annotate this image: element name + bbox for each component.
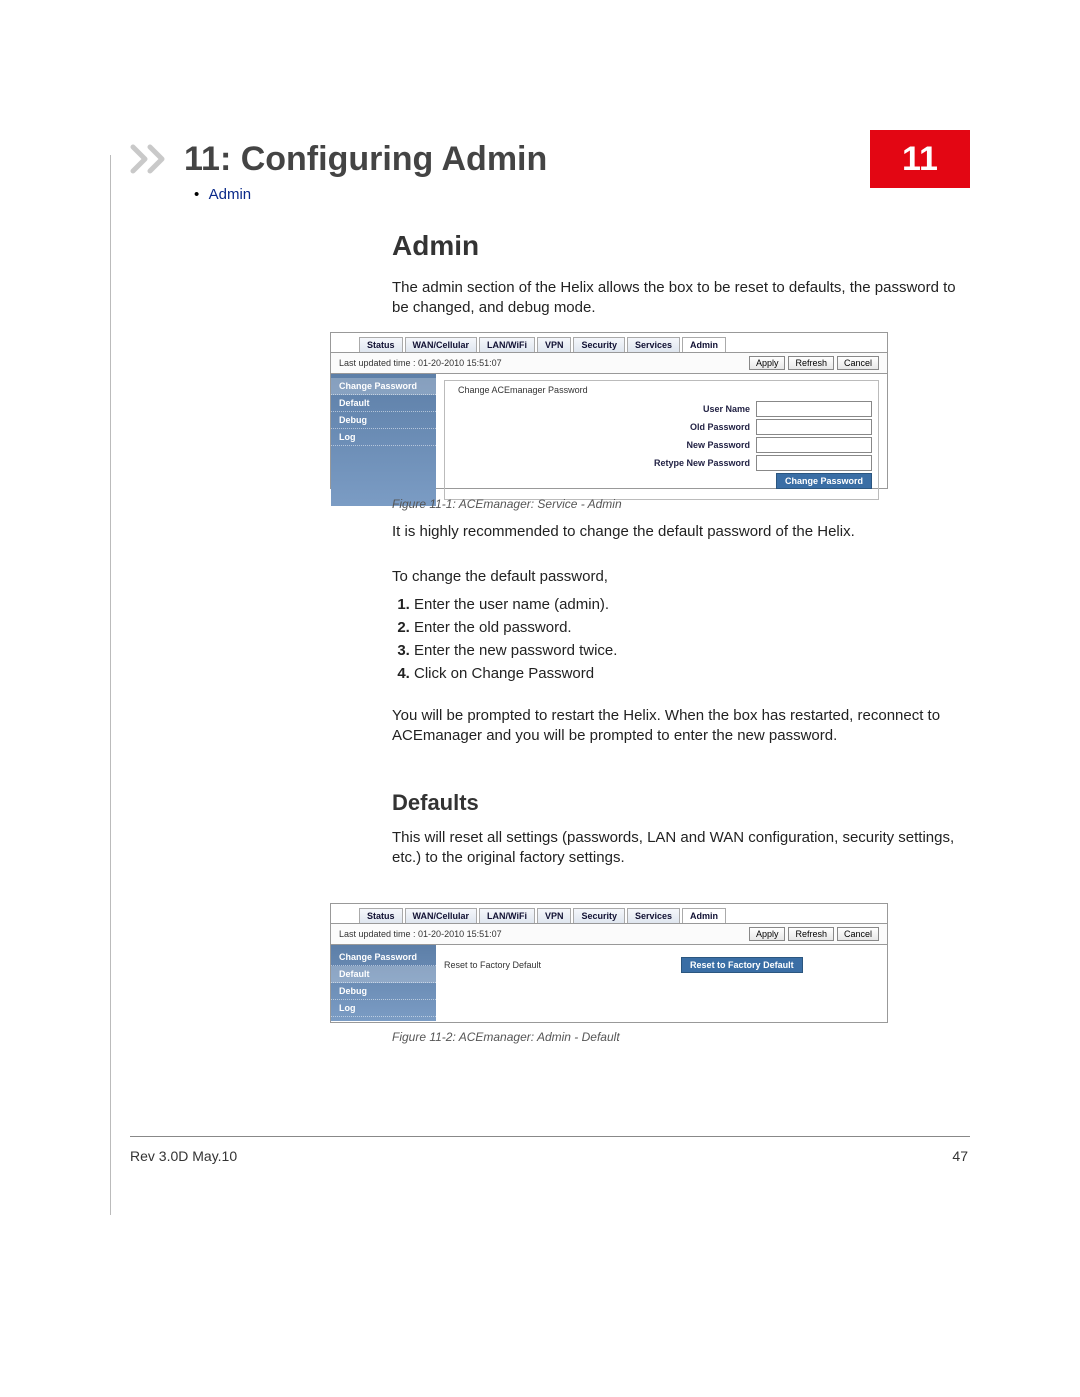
figure-acemanager-default: Status WAN/Cellular LAN/WiFi VPN Securit… [330,903,888,1023]
tab-lan-wifi[interactable]: LAN/WiFi [479,337,535,352]
step-3: Enter the new password twice. [414,642,994,659]
after-steps-paragraph: You will be prompted to restart the Heli… [392,706,972,747]
label-retype-password: Retype New Password [654,458,750,468]
recommend-paragraph: It is highly recommended to change the d… [392,522,972,542]
figure-acemanager-admin: Status WAN/Cellular LAN/WiFi VPN Securit… [330,332,888,489]
figure-caption-1: Figure 11-1: ACEmanager: Service - Admin [392,497,622,511]
timestamp-label: Last updated time : 01-20-2010 15:51:07 [339,929,502,939]
footer-page-number: 47 [952,1148,968,1164]
toc-link-admin[interactable]: Admin [209,186,252,203]
tab-lan-wifi[interactable]: LAN/WiFi [479,908,535,923]
footer-rule [130,1136,970,1137]
timestamp-label: Last updated time : 01-20-2010 15:51:07 [339,358,502,368]
tab-bar: Status WAN/Cellular LAN/WiFi VPN Securit… [331,333,887,352]
tab-wan-cellular[interactable]: WAN/Cellular [405,337,478,352]
new-password-input[interactable] [756,437,872,453]
chapter-header: 11: Configuring Admin 11 [130,130,970,188]
toc-list: • Admin [194,186,251,203]
tab-vpn[interactable]: VPN [537,337,572,352]
to-change-paragraph: To change the default password, [392,567,972,587]
sidebar: Change Password Default Debug Log [331,374,436,506]
tab-bar: Status WAN/Cellular LAN/WiFi VPN Securit… [331,904,887,923]
footer-revision: Rev 3.0D May.10 [130,1148,237,1164]
tab-admin[interactable]: Admin [682,337,726,352]
tab-security[interactable]: Security [573,908,625,923]
toolbar: Last updated time : 01-20-2010 15:51:07 … [331,352,887,374]
refresh-button[interactable]: Refresh [788,927,834,941]
sidebar-item-default[interactable]: Default [331,395,436,412]
change-password-button[interactable]: Change Password [776,473,872,489]
sidebar-item-debug[interactable]: Debug [331,983,436,1000]
intro-paragraph: The admin section of the Helix allows th… [392,278,972,319]
old-password-input[interactable] [756,419,872,435]
label-user-name: User Name [703,404,750,414]
label-old-password: Old Password [690,422,750,432]
section-heading-defaults: Defaults [392,790,479,816]
retype-password-input[interactable] [756,455,872,471]
step-1: Enter the user name (admin). [414,596,994,613]
step-4: Click on Change Password [414,665,994,682]
tab-services[interactable]: Services [627,337,680,352]
cancel-button[interactable]: Cancel [837,356,879,370]
reset-to-factory-button[interactable]: Reset to Factory Default [681,957,803,973]
tab-security[interactable]: Security [573,337,625,352]
apply-button[interactable]: Apply [749,927,786,941]
fieldset-title: Change ACEmanager Password [455,385,591,395]
bullet-icon: • [194,186,199,203]
figure-caption-2: Figure 11-2: ACEmanager: Admin - Default [392,1030,620,1044]
content-pane: Change ACEmanager Password User Name Old… [436,374,887,506]
step-2: Enter the old password. [414,619,994,636]
content-pane: Reset to Factory Default Reset to Factor… [436,945,887,1021]
defaults-paragraph: This will reset all settings (passwords,… [392,828,972,869]
chapter-number-badge: 11 [870,130,970,188]
page-left-rule [110,155,111,1215]
sidebar-item-change-password[interactable]: Change Password [331,949,436,966]
steps-list: Enter the user name (admin). Enter the o… [392,590,994,688]
user-name-input[interactable] [756,401,872,417]
chevron-right-double-icon [130,144,176,174]
sidebar-item-log[interactable]: Log [331,1000,436,1017]
sidebar-item-change-password[interactable]: Change Password [331,378,436,395]
cancel-button[interactable]: Cancel [837,927,879,941]
sidebar: Change Password Default Debug Log [331,945,436,1021]
tab-admin[interactable]: Admin [682,908,726,923]
tab-services[interactable]: Services [627,908,680,923]
refresh-button[interactable]: Refresh [788,356,834,370]
tab-wan-cellular[interactable]: WAN/Cellular [405,908,478,923]
section-heading-admin: Admin [392,230,479,262]
tab-status[interactable]: Status [359,908,403,923]
sidebar-item-log[interactable]: Log [331,429,436,446]
sidebar-item-default[interactable]: Default [331,966,436,983]
label-new-password: New Password [686,440,750,450]
reset-label: Reset to Factory Default [444,960,541,970]
tab-status[interactable]: Status [359,337,403,352]
apply-button[interactable]: Apply [749,356,786,370]
toolbar: Last updated time : 01-20-2010 15:51:07 … [331,923,887,945]
sidebar-item-debug[interactable]: Debug [331,412,436,429]
tab-vpn[interactable]: VPN [537,908,572,923]
chapter-title: 11: Configuring Admin [184,140,870,179]
